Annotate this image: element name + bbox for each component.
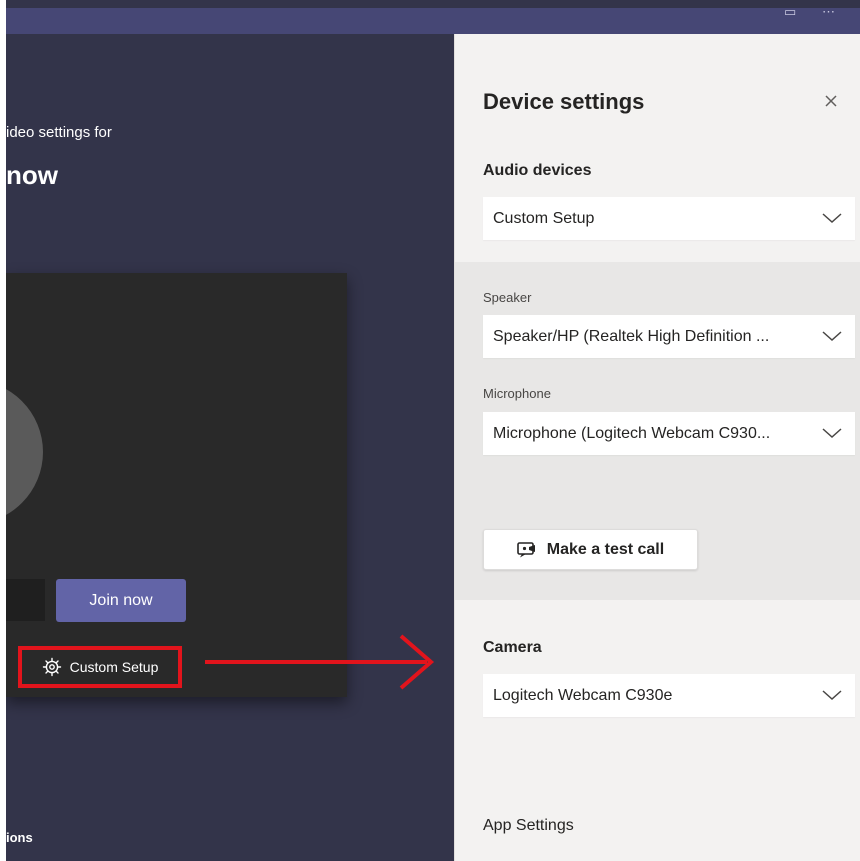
meeting-options-label[interactable]: ions (6, 830, 33, 845)
audio-devices-dropdown[interactable]: Custom Setup (483, 197, 855, 240)
close-button[interactable] (819, 89, 843, 113)
arrow-right-icon (205, 634, 435, 690)
media-toggle-bar[interactable] (6, 579, 45, 621)
chevron-down-icon (822, 690, 842, 701)
more-icon[interactable]: ⋯ (822, 4, 835, 20)
gear-icon (42, 657, 62, 677)
test-call-icon (516, 541, 535, 557)
window-icon[interactable]: ▭ (784, 4, 796, 20)
camera-value: Logitech Webcam C930e (493, 686, 673, 704)
microphone-label: Microphone (483, 386, 551, 401)
intro-text: ideo settings for (6, 124, 112, 141)
chevron-down-icon (822, 213, 842, 224)
title-bar: ▭ ⋯ (6, 4, 860, 34)
make-test-call-button[interactable]: Make a test call (483, 529, 698, 570)
microphone-dropdown[interactable]: Microphone (Logitech Webcam C930... (483, 412, 855, 455)
test-call-label: Make a test call (546, 540, 665, 558)
speaker-value: Speaker/HP (Realtek High Definition ... (493, 327, 770, 345)
close-icon (825, 95, 837, 107)
speaker-label: Speaker (483, 290, 532, 305)
device-settings-panel: Device settings Audio devices Custom Set… (454, 34, 860, 861)
speaker-dropdown[interactable]: Speaker/HP (Realtek High Definition ... (483, 315, 855, 358)
avatar (6, 380, 43, 524)
audio-devices-label: Audio devices (483, 162, 592, 179)
audio-devices-value: Custom Setup (493, 209, 595, 227)
meeting-prejoin-screen: ▭ ⋯ ideo settings for now Join now Custo… (6, 0, 860, 861)
custom-setup-label: Custom Setup (69, 659, 159, 675)
camera-label: Camera (483, 639, 542, 656)
custom-setup-link[interactable]: Custom Setup (18, 646, 182, 688)
join-now-button[interactable]: Join now (56, 579, 186, 622)
app-settings-link[interactable]: App Settings (483, 817, 574, 835)
chevron-down-icon (822, 331, 842, 342)
microphone-value: Microphone (Logitech Webcam C930... (493, 424, 771, 442)
chevron-down-icon (822, 428, 842, 439)
panel-title: Device settings (483, 89, 645, 114)
camera-dropdown[interactable]: Logitech Webcam C930e (483, 674, 855, 717)
meeting-heading: now (6, 160, 58, 190)
